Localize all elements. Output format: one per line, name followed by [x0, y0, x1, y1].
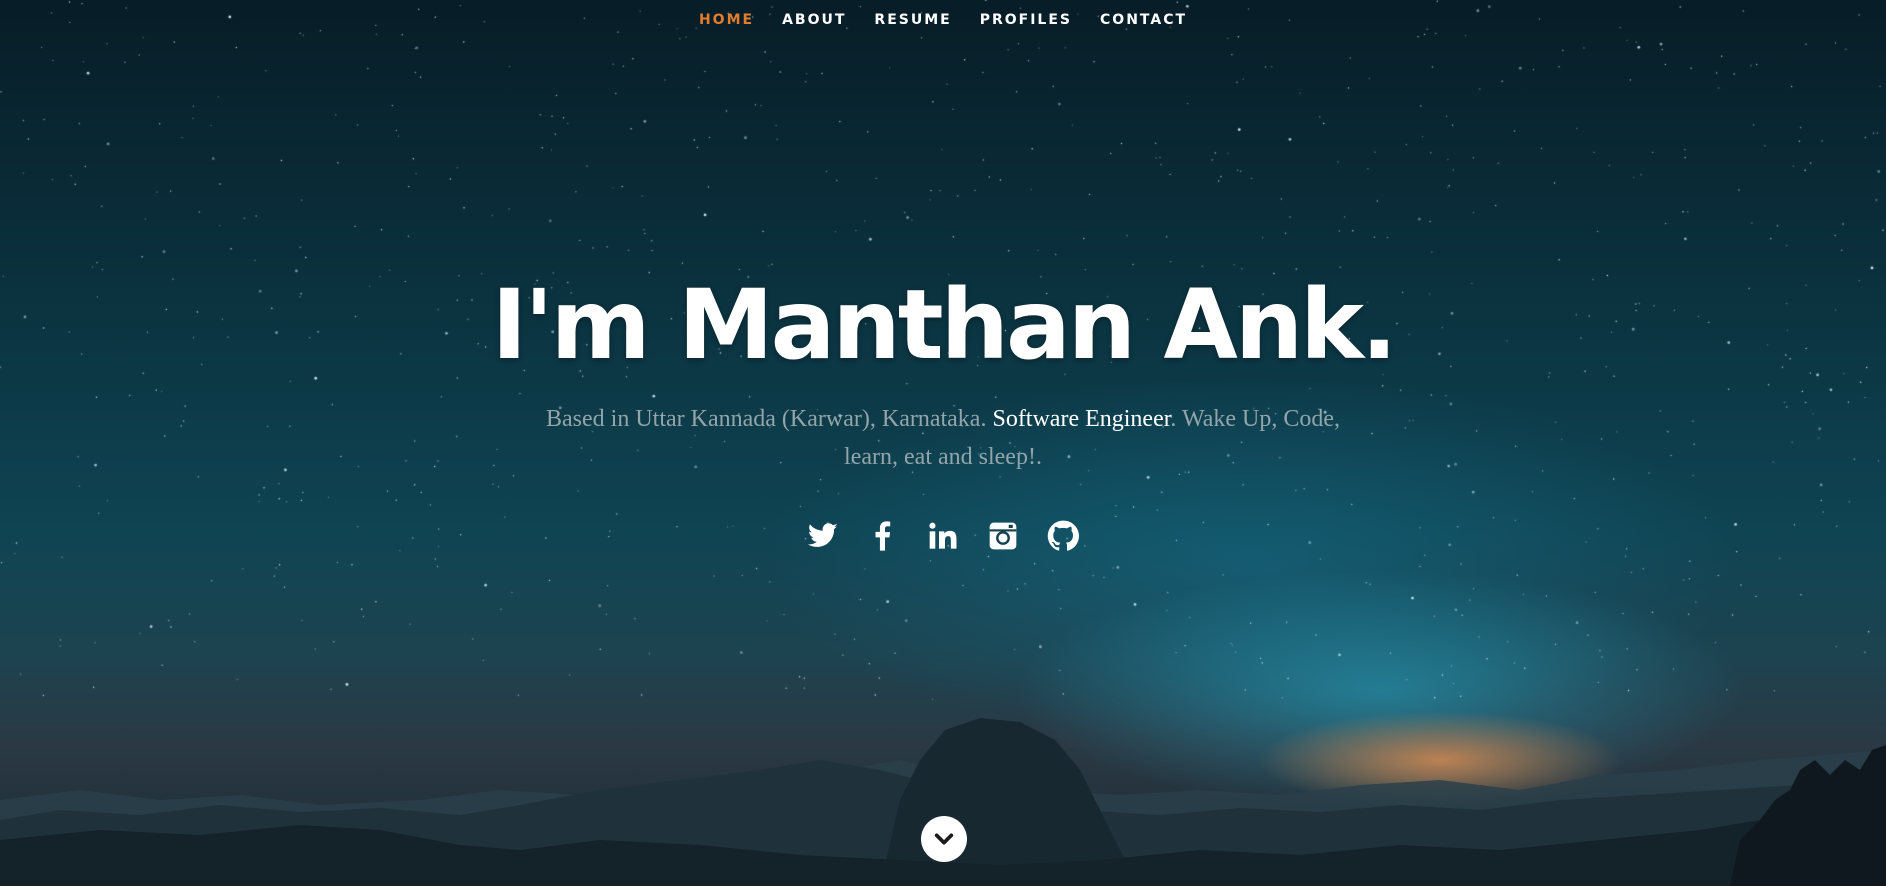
twitter-icon	[807, 523, 838, 547]
hero-tagline: Based in Uttar Kannada (Karwar), Karnata…	[543, 400, 1343, 476]
main-navigation: HOME ABOUT RESUME PROFILES CONTACT	[0, 10, 1886, 30]
linkedin-icon	[929, 522, 957, 549]
hero-headline: I'm Manthan Ank.	[491, 269, 1398, 381]
nav-contact[interactable]: CONTACT	[1086, 10, 1201, 30]
nav-profiles[interactable]: PROFILES	[966, 10, 1086, 30]
instagram-icon	[989, 522, 1017, 550]
facebook-link[interactable]	[867, 520, 899, 552]
github-link[interactable]	[1047, 520, 1079, 552]
twitter-link[interactable]	[807, 520, 839, 552]
facebook-icon	[875, 521, 891, 551]
tagline-highlight: Software Engineer	[992, 406, 1171, 432]
linkedin-link[interactable]	[927, 520, 959, 552]
nav-resume[interactable]: RESUME	[860, 10, 965, 30]
chevron-down-icon	[934, 833, 954, 845]
scroll-down-button[interactable]	[921, 816, 967, 862]
tagline-text-before: Based in Uttar Kannada (Karwar), Karnata…	[546, 406, 993, 432]
instagram-link[interactable]	[987, 520, 1019, 552]
nav-home[interactable]: HOME	[685, 10, 768, 30]
github-icon	[1047, 520, 1079, 551]
social-links	[0, 520, 1886, 552]
nav-about[interactable]: ABOUT	[768, 10, 860, 30]
